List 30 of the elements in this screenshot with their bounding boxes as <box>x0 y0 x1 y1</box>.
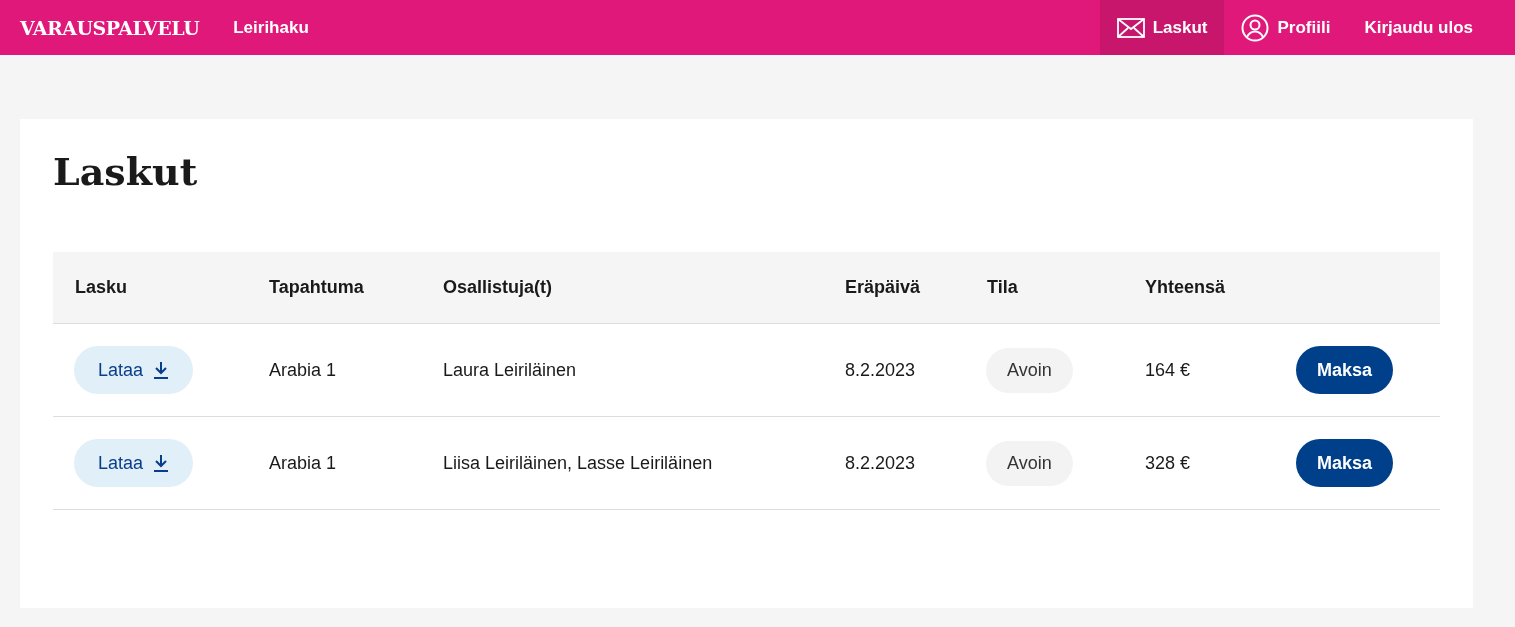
nav-item[interactable]: Laskut <box>1099 0 1225 55</box>
nav-item[interactable]: Profiili <box>1224 0 1348 55</box>
status-badge: Avoin <box>986 440 1073 486</box>
table-cell-text: 328 € <box>1144 452 1192 474</box>
envelope-icon <box>1116 17 1145 38</box>
download-icon <box>153 361 170 379</box>
download-button[interactable]: Lataa <box>74 439 194 487</box>
table-cell-text: 164 € <box>1144 359 1192 381</box>
column-header: Tapahtuma <box>268 277 365 298</box>
table-cell-text: 8.2.2023 <box>844 452 917 474</box>
table-cell-text: Liisa Leiriläinen, Lasse Leiriläinen <box>442 452 714 474</box>
table-cell-text: Laura Leiriläinen <box>442 359 578 381</box>
column-header: Osallistuja(t) <box>442 277 554 298</box>
nav-link[interactable]: Leirihaku <box>233 17 309 38</box>
nav-item[interactable]: Kirjaudu ulos <box>1347 0 1490 55</box>
column-header: Yhteensä <box>1144 277 1227 298</box>
table-cell-text: 8.2.2023 <box>844 359 917 381</box>
table-cell-text: Arabia 1 <box>268 452 338 474</box>
brand-logo[interactable]: VARAUSPALVELU <box>20 16 200 39</box>
page-title: Laskut <box>53 149 199 194</box>
column-header: Tila <box>986 277 1019 298</box>
download-button[interactable]: Lataa <box>74 346 194 394</box>
pay-button[interactable]: Maksa <box>1296 439 1394 487</box>
user-icon <box>1241 13 1270 42</box>
table-cell-text: Arabia 1 <box>268 359 338 381</box>
column-header: Lasku <box>74 277 129 298</box>
download-icon <box>153 454 170 472</box>
pay-button[interactable]: Maksa <box>1296 346 1394 394</box>
status-badge: Avoin <box>986 347 1073 393</box>
column-header: Eräpäivä <box>844 277 922 298</box>
